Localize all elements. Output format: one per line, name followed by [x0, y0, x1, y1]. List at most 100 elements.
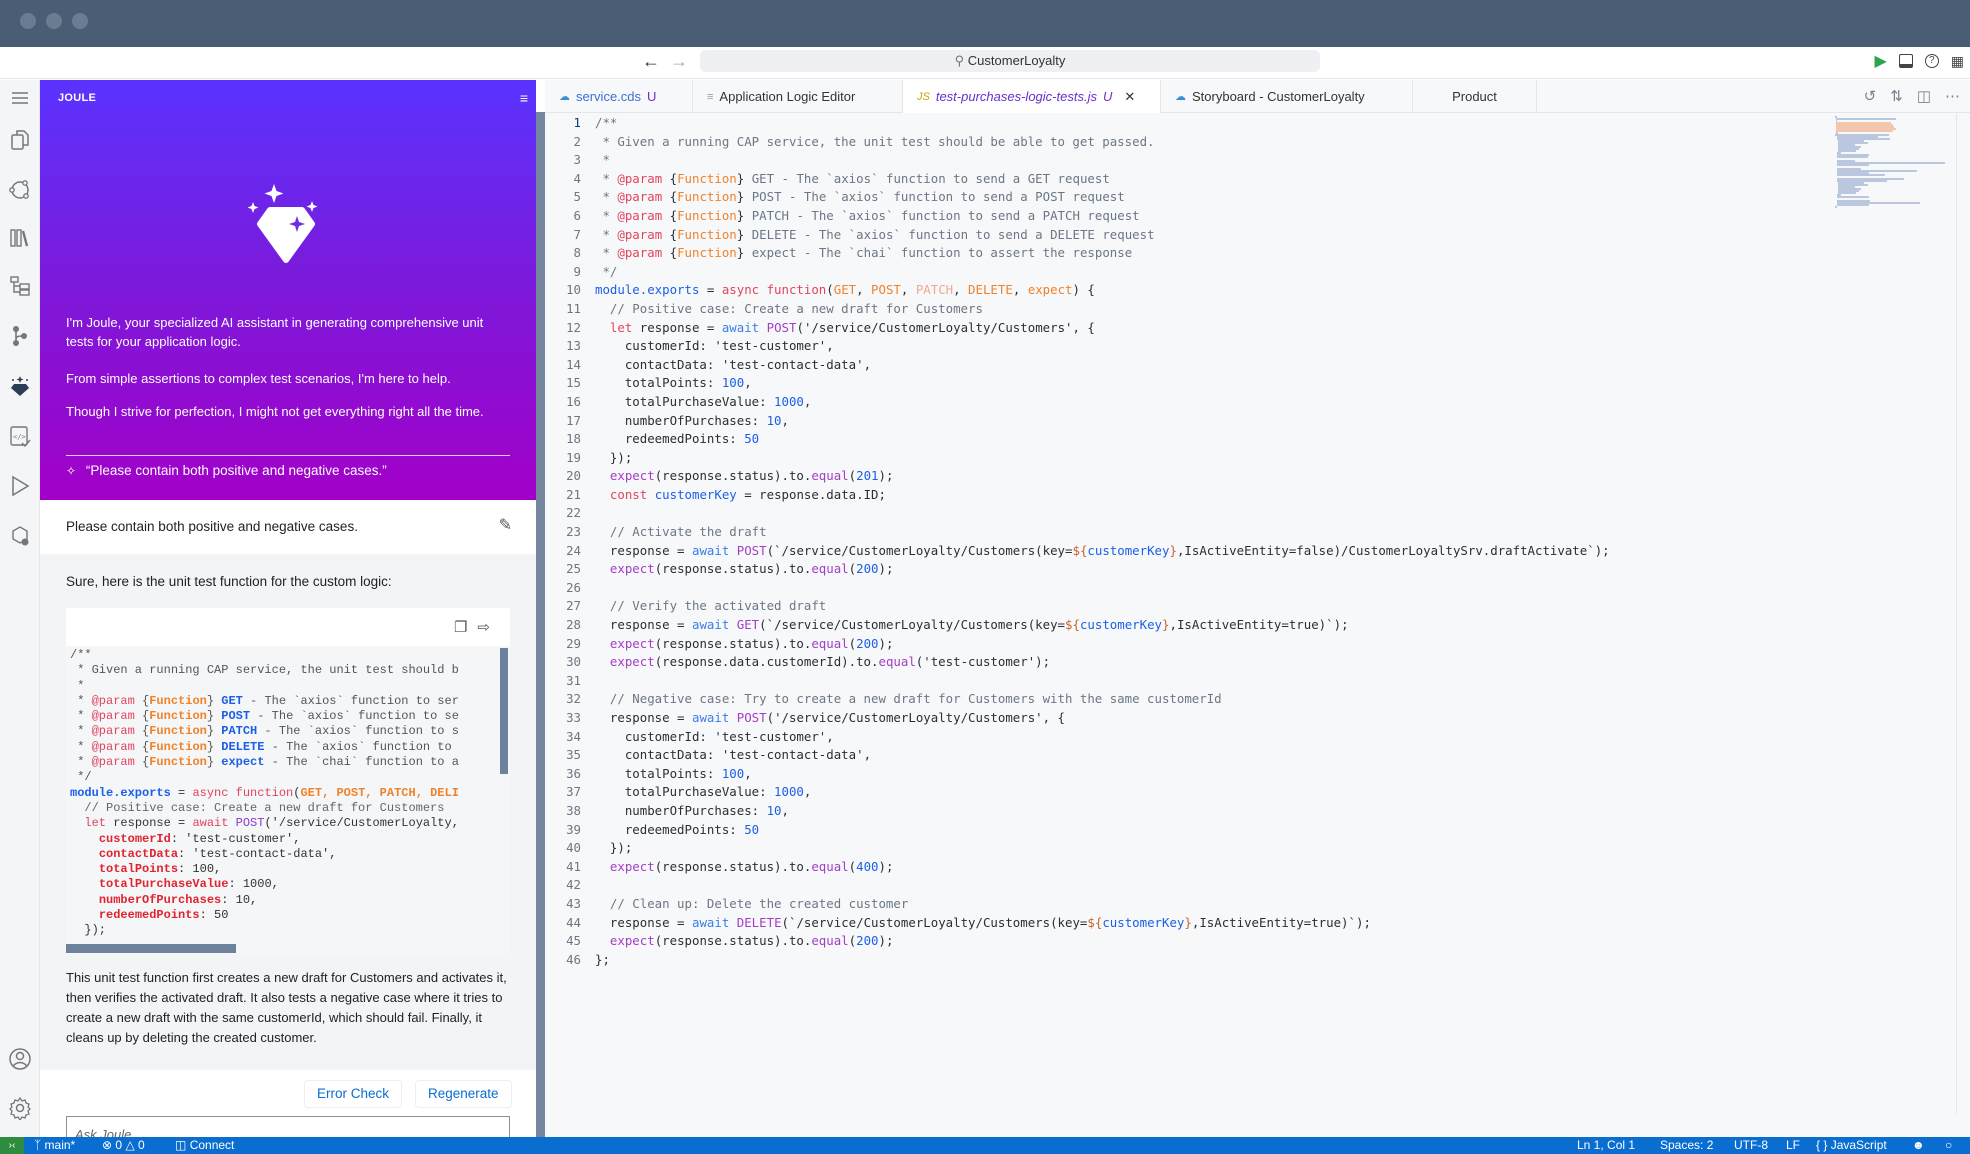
notifications-bell-icon[interactable]: ○ [1945, 1137, 1952, 1154]
code-line: 28 response = await GET(`/service/Custom… [545, 616, 1845, 635]
close-tab-icon[interactable]: ✕ [1124, 89, 1135, 105]
top-right-toolbar: ▶ ? ▦ [1874, 50, 1964, 72]
joule-icon[interactable] [6, 372, 34, 400]
help-icon[interactable]: ? [1924, 54, 1939, 68]
line-number: 32 [566, 691, 581, 707]
encoding[interactable]: UTF-8 [1734, 1137, 1768, 1154]
code-check-icon[interactable]: </> [6, 422, 34, 450]
panel-toggle-icon[interactable] [1898, 54, 1913, 68]
window-close-button[interactable] [20, 13, 36, 29]
indentation[interactable]: Spaces: 2 [1660, 1137, 1713, 1154]
cursor-position[interactable]: Ln 1, Col 1 [1577, 1137, 1635, 1154]
back-arrow-icon[interactable]: ← [642, 51, 660, 72]
timeline-icon[interactable]: ↺ [1864, 87, 1877, 105]
menu-icon[interactable] [6, 84, 34, 112]
regenerate-button[interactable]: Regenerate [415, 1080, 512, 1108]
line-number: 4 [573, 170, 581, 186]
code-editor[interactable]: 1 /** 2 * Given a running CAP service, the… [545, 114, 1845, 1114]
preview-code-line: * Given a running CAP service, the unit … [70, 663, 459, 678]
connect-button[interactable]: ◫ Connect [175, 1137, 234, 1154]
tab-application-logic-editor[interactable]: ≡ Application Logic Editor [693, 80, 903, 113]
window-maximize-button[interactable] [72, 13, 88, 29]
line-number: 36 [566, 765, 581, 781]
run-icon[interactable]: ▶ [1874, 51, 1886, 71]
code-line: 11 // Positive case: Create a new draft … [545, 300, 1845, 319]
hero-divider [66, 455, 510, 456]
line-text: expect(response.status).to.equal(200); [609, 561, 894, 577]
joule-intro-text: Though I strive for perfection, I might … [66, 404, 484, 419]
line-text: /** [595, 115, 618, 130]
command-search-input[interactable]: ⚲ CustomerLoyalty [700, 50, 1320, 72]
line-number: 5 [573, 189, 581, 205]
source-control-icon[interactable] [6, 322, 34, 350]
insert-code-icon[interactable]: ⇨ [477, 618, 490, 636]
library-icon[interactable] [6, 224, 34, 252]
line-number: 13 [566, 338, 581, 354]
tab-test-purchases-logic-tests-js[interactable]: JS test-purchases-logic-tests.js U ✕ [903, 80, 1161, 113]
code-line: 7 * @param {Function} DELETE - The `axio… [545, 226, 1845, 245]
code-line: 42 [545, 876, 1845, 895]
preview-code-line: }); [70, 923, 107, 938]
joule-hero: JOULE ≡ I'm Joule, your specialized AI a… [40, 80, 536, 500]
layout-icon[interactable]: ▦ [1951, 53, 1964, 70]
joule-panel: JOULE ≡ I'm Joule, your specialized AI a… [40, 80, 536, 1146]
suggested-prompt[interactable]: ✧ “Please contain both positive and nega… [66, 463, 387, 478]
more-actions-icon[interactable]: ⋯ [1945, 87, 1960, 105]
forward-arrow-icon[interactable]: → [670, 51, 688, 72]
code-preview-horizontal-scrollbar[interactable] [66, 944, 236, 953]
feedback-icon[interactable]: ☻ [1912, 1137, 1925, 1154]
joule-clear-menu-icon[interactable]: ≡ [520, 90, 528, 106]
minimap-line [1838, 192, 1856, 194]
split-editor-icon[interactable]: ◫ [1917, 87, 1931, 105]
settings-gear-icon[interactable] [6, 1094, 34, 1122]
edit-pencil-icon[interactable]: ✎ [499, 515, 512, 535]
tab-storyboard-customerloyalty[interactable]: ☁ Storyboard - CustomerLoyalty [1161, 80, 1413, 113]
code-line: 17 numberOfPurchases: 10, [545, 412, 1845, 431]
line-text: * @param {Function} GET - The `axios` fu… [595, 170, 1110, 186]
code-preview[interactable]: /** * Given a running CAP service, the u… [66, 648, 496, 944]
line-text: }); [595, 840, 633, 856]
code-line: 22 [545, 504, 1845, 523]
service-center-icon[interactable] [6, 176, 34, 204]
tab-label: test-purchases-logic-tests.js [935, 89, 1097, 104]
compare-changes-icon[interactable]: ⇅ [1890, 87, 1903, 105]
run-debug-icon[interactable] [6, 472, 34, 500]
line-number: 20 [566, 468, 581, 484]
joule-panel-scrollbar[interactable] [536, 112, 545, 1137]
preview-code-line: * @param {Function} expect - The `chai` … [70, 755, 459, 770]
line-number: 19 [566, 449, 581, 465]
code-line: 13 customerId: 'test-customer', [545, 337, 1845, 356]
editor-scrollbar[interactable] [1956, 114, 1970, 1114]
tab-label: Product [1452, 89, 1497, 104]
window-minimize-button[interactable] [46, 13, 62, 29]
tab-service-cds[interactable]: ☁ service.cds U [545, 80, 693, 113]
line-number: 27 [566, 598, 581, 614]
code-line: 33 response = await POST('/service/Custo… [545, 709, 1845, 728]
line-text: redeemedPoints: 50 [595, 821, 760, 837]
copy-icon[interactable]: ❐ [454, 618, 467, 636]
error-check-button[interactable]: Error Check [304, 1080, 403, 1108]
code-line: 1 /** [545, 114, 1845, 133]
account-icon[interactable] [6, 1045, 34, 1073]
code-preview-vertical-scrollbar[interactable] [500, 648, 508, 774]
storyboard-icon[interactable] [6, 272, 34, 300]
line-text: contactData: 'test-contact-data', [595, 356, 872, 372]
extensions-icon[interactable] [6, 522, 34, 550]
line-text: response = await DELETE(`/service/Custom… [595, 914, 1371, 930]
line-number: 8 [573, 245, 581, 261]
line-ending[interactable]: LF [1786, 1137, 1800, 1154]
problems-indicator[interactable]: ⊗ 0 △ 0 [102, 1137, 145, 1154]
explorer-icon[interactable] [6, 126, 34, 154]
line-number: 16 [566, 393, 581, 409]
branch-indicator[interactable]: ᛉ main* [34, 1137, 75, 1154]
error-icon: ⊗ [102, 1138, 113, 1152]
language-mode[interactable]: { } JavaScript [1816, 1137, 1887, 1154]
minimap[interactable] [1835, 116, 1955, 211]
line-number: 34 [566, 728, 581, 744]
tab-product[interactable]: Product [1413, 80, 1537, 113]
line-text: expect(response.status).to.equal(200); [609, 635, 894, 651]
line-text: // Positive case: Create a new draft for… [595, 300, 983, 316]
line-text: expect(response.status).to.equal(201); [609, 468, 894, 484]
code-line: 16 totalPurchaseValue: 1000, [545, 393, 1845, 412]
remote-indicator-icon[interactable]: ›‹ [0, 1137, 24, 1154]
